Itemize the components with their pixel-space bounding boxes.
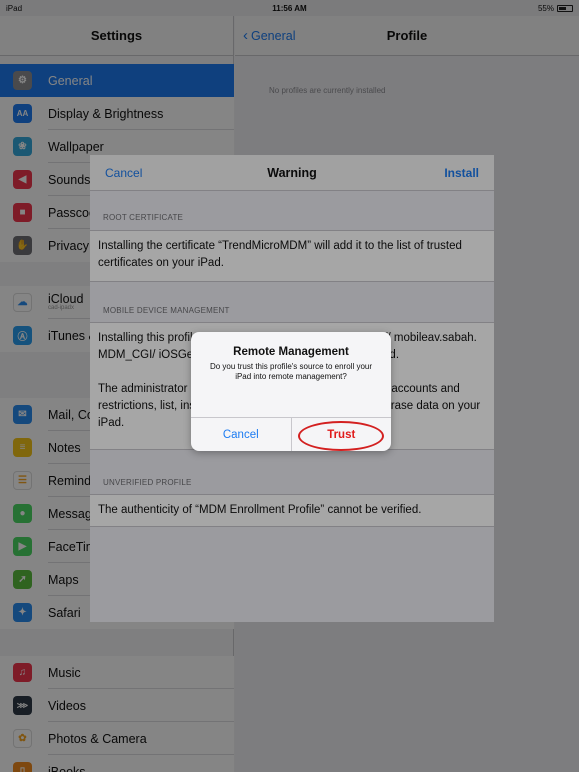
remote-management-alert: Remote Management Do you trust this prof… (191, 332, 391, 451)
alert-button-row: Cancel Trust (191, 417, 391, 451)
alert-cancel-button[interactable]: Cancel (191, 418, 291, 451)
alert-message: Do you trust this profile's source to en… (209, 362, 373, 381)
annotation-circle (297, 421, 384, 451)
trust-button[interactable]: Trust (290, 418, 392, 451)
ipad-screen: iPad 11:56 AM 55% Settings ⚙ General AA … (0, 0, 579, 772)
alert-title: Remote Management (233, 346, 349, 358)
